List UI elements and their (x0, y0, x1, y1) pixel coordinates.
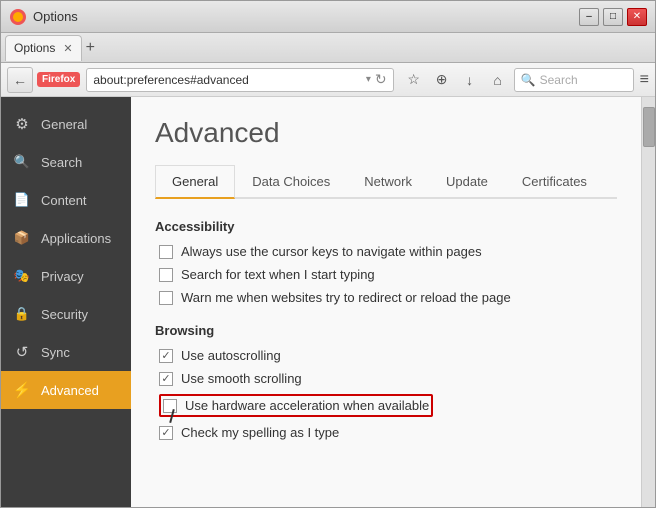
general-icon: ⚙ (13, 115, 31, 133)
sidebar-item-security[interactable]: 🔒 Security (1, 295, 131, 333)
applications-icon: 📦 (13, 229, 31, 247)
sidebar-label-content: Content (41, 193, 87, 208)
sidebar-label-security: Security (41, 307, 88, 322)
firefox-icon (9, 8, 27, 26)
security-icon: 🔒 (13, 305, 31, 323)
checkbox-smooth-scroll-input[interactable]: ✓ (159, 372, 173, 386)
checkbox-spell-check-input[interactable]: ✓ (159, 426, 173, 440)
checkbox-find-typing-input[interactable] (159, 268, 173, 282)
sidebar-item-applications[interactable]: 📦 Applications (1, 219, 131, 257)
window-title: Options (33, 9, 579, 24)
sidebar-item-sync[interactable]: ↺ Sync (1, 333, 131, 371)
hamburger-menu-icon[interactable]: ≡ (640, 71, 649, 89)
checkbox-spell-check-label: Check my spelling as I type (181, 425, 339, 440)
sidebar-item-content[interactable]: 📄 Content (1, 181, 131, 219)
scroll-thumb[interactable] (643, 107, 655, 147)
sidebar-item-privacy[interactable]: 🎭 Privacy (1, 257, 131, 295)
checkbox-smooth-scroll-label: Use smooth scrolling (181, 371, 302, 386)
tab-data-choices[interactable]: Data Choices (235, 165, 347, 199)
close-button[interactable]: ✕ (627, 8, 647, 26)
title-bar: Options – □ ✕ (1, 1, 655, 33)
privacy-icon: 🎭 (13, 267, 31, 285)
main-area: ⚙ General 🔍 Search 📄 Content 📦 Applicati… (1, 97, 655, 507)
back-button[interactable]: ← (7, 67, 33, 93)
checkbox-hw-accel-row: Use hardware acceleration when available (155, 394, 617, 417)
browser-tab-bar: Options ✕ + (1, 33, 655, 63)
checkbox-warn-redirect-label: Warn me when websites try to redirect or… (181, 290, 511, 305)
sidebar-item-advanced[interactable]: ⚡ Advanced (1, 371, 131, 409)
section-title-accessibility: Accessibility (155, 219, 617, 234)
sidebar-label-search: Search (41, 155, 82, 170)
sidebar-label-privacy: Privacy (41, 269, 84, 284)
tab-certificates[interactable]: Certificates (505, 165, 604, 199)
cursor-indicator (163, 399, 177, 413)
checkbox-hw-accel-label: Use hardware acceleration when available (185, 398, 429, 413)
checkbox-cursor-nav-input[interactable] (159, 245, 173, 259)
checkbox-warn-redirect: Warn me when websites try to redirect or… (155, 290, 617, 305)
sidebar-label-sync: Sync (41, 345, 70, 360)
checkbox-autoscroll-input[interactable]: ✓ (159, 349, 173, 363)
new-tab-button[interactable]: + (86, 39, 95, 57)
search-icon: 🔍 (521, 73, 536, 87)
section-title-browsing: Browsing (155, 323, 617, 338)
tab-network[interactable]: Network (347, 165, 429, 199)
checkbox-spell-check: ✓ Check my spelling as I type (155, 425, 617, 440)
url-text: about:preferences#advanced (93, 73, 362, 87)
content-inner: Advanced General Data Choices Network Up… (131, 97, 641, 507)
sync-icon: ↺ (13, 343, 31, 361)
checkbox-autoscroll: ✓ Use autoscrolling (155, 348, 617, 363)
sidebar-item-search[interactable]: 🔍 Search (1, 143, 131, 181)
tab-general[interactable]: General (155, 165, 235, 199)
checkbox-find-typing: Search for text when I start typing (155, 267, 617, 282)
navigation-bar: ← Firefox about:preferences#advanced ▾ ↻… (1, 63, 655, 97)
scroll-track (642, 97, 655, 507)
sidebar-item-general[interactable]: ⚙ General (1, 105, 131, 143)
checkbox-hw-accel-input[interactable] (163, 399, 177, 413)
search-nav-icon: 🔍 (13, 153, 31, 171)
sidebar: ⚙ General 🔍 Search 📄 Content 📦 Applicati… (1, 97, 131, 507)
search-bar[interactable]: 🔍 Search (514, 68, 634, 92)
checkbox-smooth-scroll: ✓ Use smooth scrolling (155, 371, 617, 386)
sidebar-label-applications: Applications (41, 231, 111, 246)
minimize-button[interactable]: – (579, 8, 599, 26)
home-icon[interactable]: ⌂ (486, 68, 510, 92)
tab-update[interactable]: Update (429, 165, 505, 199)
sidebar-label-general: General (41, 117, 87, 132)
checkbox-autoscroll-label: Use autoscrolling (181, 348, 281, 363)
browser-window: Options – □ ✕ Options ✕ + ← Firefox abou… (0, 0, 656, 508)
bookmark-icon[interactable]: ☆ (402, 68, 426, 92)
content-area: Advanced General Data Choices Network Up… (131, 97, 641, 507)
tab-label: Options (14, 41, 55, 55)
checkbox-warn-redirect-input[interactable] (159, 291, 173, 305)
maximize-button[interactable]: □ (603, 8, 623, 26)
checkbox-cursor-nav: Always use the cursor keys to navigate w… (155, 244, 617, 259)
preference-tabs: General Data Choices Network Update Cert… (155, 165, 617, 199)
content-icon: 📄 (13, 191, 31, 209)
search-placeholder: Search (540, 73, 578, 87)
checkbox-cursor-nav-label: Always use the cursor keys to navigate w… (181, 244, 482, 259)
url-bar[interactable]: about:preferences#advanced ▾ ↻ (86, 68, 393, 92)
reload-icon[interactable]: ↻ (375, 71, 387, 88)
advanced-icon: ⚡ (13, 381, 31, 399)
checkbox-find-typing-label: Search for text when I start typing (181, 267, 375, 282)
browser-tab-options[interactable]: Options ✕ (5, 35, 82, 61)
sidebar-label-advanced: Advanced (41, 383, 99, 398)
url-dropdown-icon[interactable]: ▾ (366, 74, 371, 85)
scrollbar[interactable] (641, 97, 655, 507)
hw-accel-highlight: Use hardware acceleration when available (159, 394, 433, 417)
tab-close-icon[interactable]: ✕ (63, 42, 72, 55)
firefox-badge: Firefox (37, 72, 80, 87)
window-controls: – □ ✕ (579, 8, 647, 26)
nav-icons: ☆ ⊕ ↓ ⌂ (402, 68, 510, 92)
page-title: Advanced (155, 117, 617, 149)
download-icon[interactable]: ↓ (458, 68, 482, 92)
shield-icon[interactable]: ⊕ (430, 68, 454, 92)
